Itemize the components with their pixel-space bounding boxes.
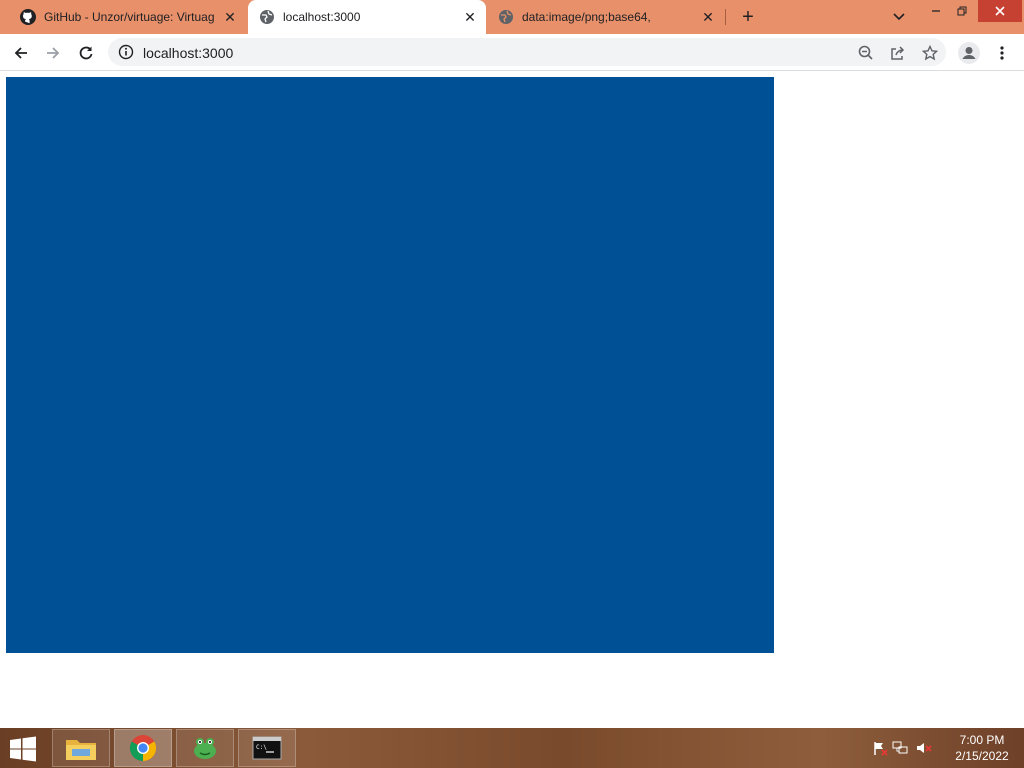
- close-icon[interactable]: ✕: [700, 9, 716, 25]
- globe-icon: [259, 9, 275, 25]
- restore-button[interactable]: [950, 0, 974, 22]
- tab-title: data:image/png;base64,: [522, 10, 651, 24]
- browser-toolbar: localhost:3000: [0, 34, 1024, 71]
- close-window-button[interactable]: [978, 0, 1022, 22]
- tab-title: GitHub - Unzor/virtuage: Virtuag: [44, 10, 214, 24]
- address-bar[interactable]: localhost:3000: [108, 38, 946, 66]
- more-menu-icon[interactable]: [989, 40, 1015, 66]
- info-icon[interactable]: [118, 44, 134, 60]
- close-icon[interactable]: ✕: [222, 9, 238, 25]
- github-icon: [20, 9, 36, 25]
- file-explorer-icon[interactable]: [52, 729, 110, 767]
- profile-avatar-icon[interactable]: [956, 40, 982, 66]
- reload-button[interactable]: [73, 40, 99, 66]
- clock-time: 7:00 PM: [959, 733, 1005, 747]
- clock-date: 2/15/2022: [955, 749, 1009, 763]
- forward-button[interactable]: [40, 40, 66, 66]
- display-canvas[interactable]: [6, 77, 774, 653]
- globe-icon: [498, 9, 514, 25]
- page-viewport: [0, 71, 1024, 728]
- svg-text:C:\: C:\: [256, 744, 267, 751]
- taskbar: C:\ 7:00 PM 2/15/2022: [0, 728, 1024, 768]
- address-text: localhost:3000: [143, 45, 234, 61]
- tab-github[interactable]: GitHub - Unzor/virtuage: Virtuag ✕: [12, 0, 246, 34]
- command-prompt-icon[interactable]: C:\: [238, 729, 296, 767]
- frog-app-icon[interactable]: [176, 729, 234, 767]
- volume-muted-icon[interactable]: [916, 740, 936, 756]
- tab-separator: [725, 9, 726, 25]
- system-tray: [872, 728, 936, 768]
- tab-data-image[interactable]: data:image/png;base64, ✕: [488, 0, 724, 34]
- action-center-flag-icon[interactable]: [872, 740, 892, 756]
- taskbar-clock[interactable]: 7:00 PM 2/15/2022: [948, 732, 1016, 764]
- back-button[interactable]: [8, 40, 34, 66]
- network-icon[interactable]: [892, 740, 916, 756]
- tab-search-chevron-icon[interactable]: [888, 6, 910, 28]
- minimize-button[interactable]: [924, 0, 948, 22]
- new-tab-button[interactable]: +: [736, 6, 760, 28]
- browser-tab-strip: GitHub - Unzor/virtuage: Virtuag ✕ local…: [0, 0, 1024, 34]
- tab-localhost[interactable]: localhost:3000 ✕: [248, 0, 486, 34]
- chrome-icon[interactable]: [114, 729, 172, 767]
- close-icon[interactable]: ✕: [462, 9, 478, 25]
- zoom-icon[interactable]: [853, 40, 879, 66]
- tab-title: localhost:3000: [283, 10, 361, 24]
- share-icon[interactable]: [885, 40, 911, 66]
- windows-start-icon[interactable]: [8, 736, 40, 762]
- bookmark-star-icon[interactable]: [917, 40, 943, 66]
